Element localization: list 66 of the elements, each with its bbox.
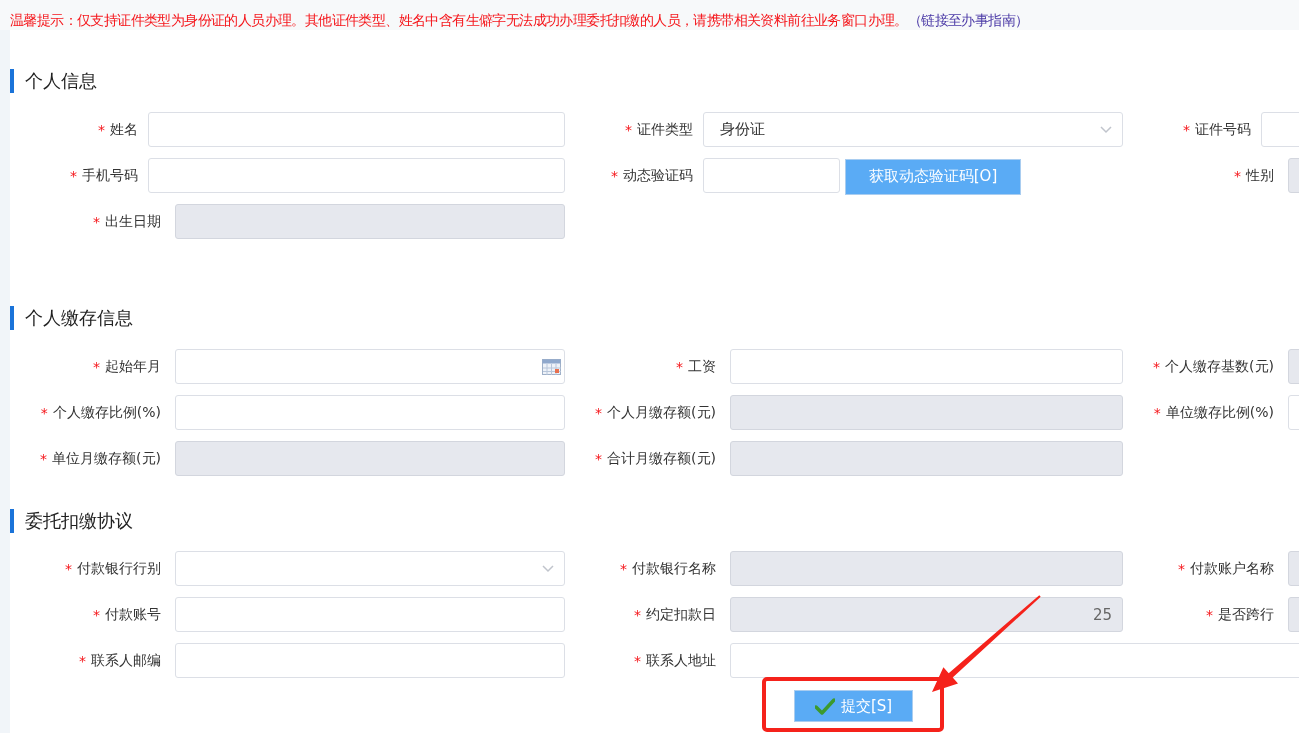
select-field[interactable]: 身份证 [703, 112, 1123, 147]
required-mark: * [611, 167, 618, 184]
section-title: 个人信息 [10, 69, 97, 93]
required-mark: * [1153, 358, 1161, 375]
field-label: 手机号码 [82, 166, 138, 185]
input-field[interactable] [175, 643, 565, 678]
required-mark: * [40, 404, 48, 421]
calendar-icon [542, 358, 561, 375]
chevron-down-icon [542, 564, 554, 573]
field-label: 联系人地址 [646, 651, 716, 670]
field-label: 联系人邮编 [91, 651, 161, 670]
checkmark-icon [814, 697, 835, 715]
field-label: 合计月缴存额(元) [607, 449, 716, 468]
field-label: 付款银行行别 [77, 559, 161, 578]
field-label: 姓名 [110, 120, 138, 139]
required-mark: * [70, 167, 77, 184]
input-field[interactable] [175, 395, 565, 430]
section-title: 个人缴存信息 [10, 306, 133, 330]
field-label: 个人缴存基数(元) [1165, 357, 1274, 376]
field-label: 起始年月 [105, 357, 161, 376]
required-mark: * [79, 652, 86, 669]
field-label: 是否跨行 [1218, 605, 1274, 624]
required-mark: * [1206, 606, 1213, 623]
input-field: 25 [730, 597, 1123, 632]
required-mark: * [1183, 121, 1190, 138]
field-label: 个人月缴存额(元) [607, 403, 716, 422]
select-field[interactable] [175, 551, 565, 586]
section-title: 委托扣缴协议 [10, 509, 133, 533]
field-label: 单位月缴存额(元) [52, 449, 161, 468]
field-label: 性别 [1246, 166, 1274, 185]
input-field[interactable] [703, 158, 840, 193]
required-mark: * [40, 450, 48, 467]
field-label: 工资 [688, 357, 716, 376]
required-mark: * [595, 450, 603, 467]
field-label: 个人缴存比例(%) [52, 403, 161, 422]
input-field[interactable] [148, 112, 565, 147]
required-mark: * [625, 121, 632, 138]
required-mark: * [98, 121, 105, 138]
input-field[interactable] [175, 349, 565, 384]
required-mark: * [93, 606, 100, 623]
field-label: 证件号码 [1195, 120, 1251, 139]
required-mark: * [676, 358, 683, 375]
guide-link[interactable]: （链接至办事指南） [907, 12, 1029, 28]
required-mark: * [93, 358, 100, 375]
chevron-down-icon [1100, 125, 1112, 134]
required-mark: * [1153, 404, 1161, 421]
field-label: 约定扣款日 [646, 605, 716, 624]
warning-notice: 温馨提示：仅支持证件类型为身份证的人员办理。其他证件类型、姓名中含有生僻字无法成功办理委托扣缴的人员，请携带相关资料前往业务窗口办理。 [10, 12, 908, 28]
required-mark: * [1178, 560, 1185, 577]
field-label: 单位缴存比例(%) [1165, 403, 1274, 422]
required-mark: * [595, 404, 603, 421]
field-label: 付款银行名称 [632, 559, 716, 578]
required-mark: * [634, 652, 641, 669]
input-field[interactable] [175, 597, 565, 632]
input-field[interactable] [730, 349, 1123, 384]
required-mark: * [620, 560, 627, 577]
required-mark: * [65, 560, 72, 577]
field-label: 付款账户名称 [1190, 559, 1274, 578]
field-label: 出生日期 [105, 212, 161, 231]
input-field[interactable] [148, 158, 565, 193]
field-label: 动态验证码 [623, 166, 693, 185]
field-label: 付款账号 [105, 605, 161, 624]
required-mark: * [1234, 167, 1241, 184]
required-mark: * [634, 606, 641, 623]
required-mark: * [93, 213, 100, 230]
field-label: 证件类型 [637, 120, 693, 139]
